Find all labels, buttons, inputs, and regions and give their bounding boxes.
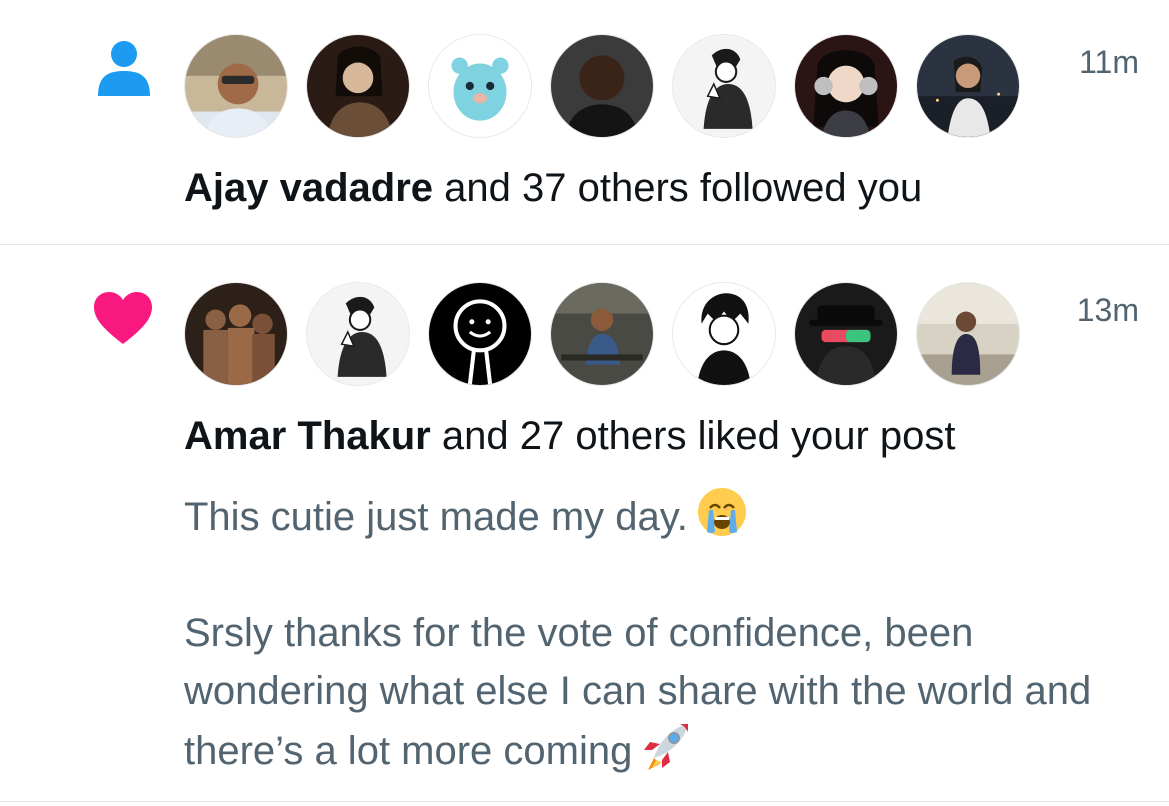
action-text: and 27 others liked your post <box>430 414 956 458</box>
crying-face-emoji <box>696 486 748 538</box>
avatar[interactable] <box>672 282 776 386</box>
post-line: This cutie just made my day. <box>184 486 1144 546</box>
avatar[interactable] <box>672 34 776 138</box>
action-text: and 37 others followed you <box>433 166 923 210</box>
notification-text: Ajay vadadre and 37 others followed you <box>184 164 922 212</box>
avatar[interactable] <box>184 282 288 386</box>
liked-post-preview[interactable]: This cutie just made my day. Srsly thank… <box>184 486 1144 780</box>
avatar[interactable] <box>184 34 288 138</box>
avatar[interactable] <box>550 282 654 386</box>
follower-avatars <box>184 34 1020 138</box>
timestamp: 13m <box>1076 292 1139 328</box>
rocket-emoji <box>640 720 692 772</box>
actor-name[interactable]: Ajay vadadre <box>184 166 433 210</box>
avatar[interactable] <box>550 34 654 138</box>
avatar[interactable] <box>306 282 410 386</box>
heart-icon <box>92 290 154 346</box>
notification-like[interactable]: 13m Amar Thakur and 27 others liked your… <box>0 246 1169 802</box>
actor-name[interactable]: Amar Thakur <box>184 414 431 458</box>
liker-avatars <box>184 282 1020 386</box>
avatar[interactable] <box>916 34 1020 138</box>
avatar[interactable] <box>916 282 1020 386</box>
notification-follow[interactable]: 11m Ajay vadadre and 37 others followed … <box>0 0 1169 245</box>
avatar[interactable] <box>306 34 410 138</box>
notification-text: Amar Thakur and 27 others liked your pos… <box>184 412 956 460</box>
avatar[interactable] <box>794 282 898 386</box>
post-line: Srsly thanks for the vote of confidence,… <box>184 611 1092 773</box>
avatar[interactable] <box>794 34 898 138</box>
avatar[interactable] <box>428 34 532 138</box>
person-icon <box>96 40 152 98</box>
avatar[interactable] <box>428 282 532 386</box>
timestamp: 11m <box>1079 44 1139 80</box>
